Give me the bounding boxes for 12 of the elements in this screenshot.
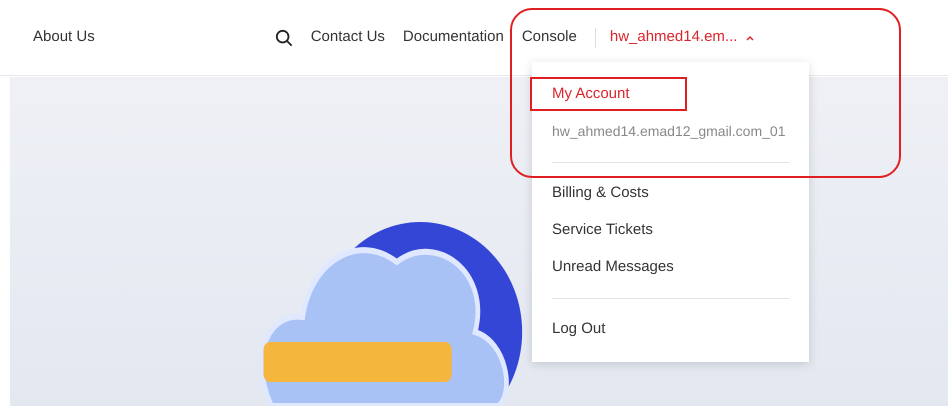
menu-item[interactable]: Log Out	[552, 311, 789, 348]
nav-link[interactable]: Contact Us	[310, 26, 385, 49]
menu-item[interactable]: Service Tickets	[552, 212, 789, 249]
menu-item[interactable]: My Account	[552, 76, 789, 113]
menu-item[interactable]: Unread Messages	[552, 249, 789, 286]
user-menu-toggle[interactable]: hw_ahmed14.em...	[610, 26, 756, 49]
nav-link[interactable]: Console	[522, 26, 577, 49]
account-email: hw_ahmed14.emad12_gmail.com_01	[552, 122, 786, 141]
nav-link[interactable]: Documentation	[402, 26, 504, 49]
about-us-link[interactable]: About Us	[33, 26, 95, 49]
search-icon[interactable]	[274, 28, 293, 46]
menu-item[interactable]: Billing & Costs	[552, 175, 789, 212]
